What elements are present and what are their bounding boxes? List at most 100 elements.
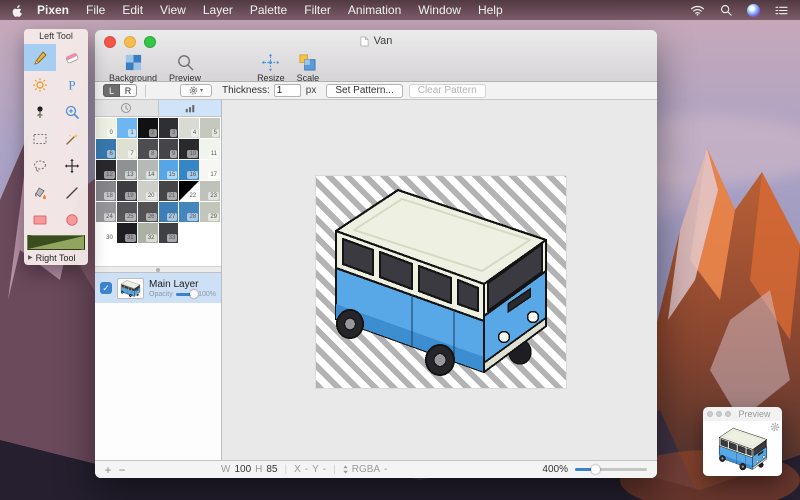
tool-wand[interactable] — [56, 125, 88, 152]
layer-visibility-checkbox[interactable]: ✓ — [100, 282, 112, 294]
stepper-icon[interactable] — [343, 465, 348, 474]
width-value: 100 — [234, 464, 251, 475]
swatch-28[interactable]: 28 — [179, 202, 199, 222]
color-frequency-tab[interactable] — [159, 100, 222, 116]
siri-icon[interactable] — [747, 4, 760, 17]
tool-line[interactable] — [56, 179, 88, 206]
swatch-18[interactable]: 18 — [96, 181, 116, 201]
add-layer-button[interactable]: + — [101, 463, 115, 477]
swatch-30[interactable]: 30 — [96, 223, 116, 243]
swatch-27[interactable]: 27 — [159, 202, 179, 222]
menu-item-view[interactable]: View — [160, 3, 186, 17]
swatch-3[interactable]: 3 — [159, 118, 179, 138]
menu-item-file[interactable]: File — [86, 3, 105, 17]
swatch-33[interactable]: 33 — [159, 223, 179, 243]
swatch-2[interactable]: 2 — [138, 118, 158, 138]
swatch-32[interactable]: 32 — [138, 223, 158, 243]
swatch-12[interactable]: 12 — [96, 160, 116, 180]
swatch-4[interactable]: 4 — [179, 118, 199, 138]
menu-item-window[interactable]: Window — [418, 3, 461, 17]
swatch-0[interactable]: 0 — [96, 118, 116, 138]
tool-rectangle[interactable] — [24, 206, 56, 233]
swatch-11[interactable]: 11 — [200, 139, 220, 159]
scale-button[interactable]: Scale — [297, 53, 320, 83]
swatch-13[interactable]: 13 — [117, 160, 137, 180]
swatch-7[interactable]: 7 — [117, 139, 137, 159]
menu-item-help[interactable]: Help — [478, 3, 503, 17]
right-tool-disclosure[interactable]: ▶ Right Tool — [24, 251, 88, 265]
swatch-1[interactable]: 1 — [117, 118, 137, 138]
swatch-31[interactable]: 31 — [117, 223, 137, 243]
preview-gear-icon[interactable] — [770, 422, 780, 432]
swatch-24[interactable]: 24 — [96, 202, 116, 222]
resize-button[interactable]: Resize — [257, 53, 285, 83]
swatch-9[interactable]: 9 — [159, 139, 179, 159]
layer-row-main[interactable]: ✓ Main Layer Opacity 100% — [95, 273, 221, 303]
zoom-window-button[interactable] — [144, 36, 156, 48]
wifi-icon[interactable] — [690, 5, 705, 16]
swatch-14[interactable]: 14 — [138, 160, 158, 180]
close-button[interactable] — [104, 36, 116, 48]
recent-colors-tab[interactable] — [95, 100, 159, 116]
right-color-segment[interactable]: R — [120, 84, 137, 97]
tool-ellipse[interactable] — [56, 206, 88, 233]
swatch-29[interactable]: 29 — [200, 202, 220, 222]
preview-button[interactable]: Preview — [169, 53, 201, 83]
tool-zoom[interactable] — [56, 98, 88, 125]
tool-text[interactable]: P — [56, 71, 88, 98]
preview-window[interactable]: Preview — [703, 407, 782, 476]
minimize-button[interactable] — [124, 36, 136, 48]
menu-item-animation[interactable]: Animation — [348, 3, 401, 17]
tool-move[interactable] — [56, 152, 88, 179]
swatch-10[interactable]: 10 — [179, 139, 199, 159]
menu-item-edit[interactable]: Edit — [122, 3, 143, 17]
swatch-22[interactable]: 22 — [179, 181, 199, 201]
window-toolbar: Background Preview Resize — [95, 52, 657, 83]
zoom-slider[interactable] — [575, 468, 647, 471]
set-pattern-button[interactable]: Set Pattern... — [326, 84, 402, 98]
swatch-19[interactable]: 19 — [117, 181, 137, 201]
tool-dodge[interactable] — [24, 71, 56, 98]
swatch-17[interactable]: 17 — [200, 160, 220, 180]
clear-pattern-button[interactable]: Clear Pattern — [409, 84, 486, 98]
swatch-8[interactable]: 8 — [138, 139, 158, 159]
menu-item-layer[interactable]: Layer — [203, 3, 233, 17]
swatch-23[interactable]: 23 — [200, 181, 220, 201]
apple-menu[interactable] — [12, 4, 23, 17]
background-button[interactable]: Background — [109, 53, 157, 83]
tool-eyedropper[interactable] — [24, 98, 56, 125]
tool-palette-window[interactable]: Left Tool P ▶ Right Tool — [24, 29, 88, 265]
preview-minimize-button[interactable] — [716, 411, 722, 417]
menu-item-filter[interactable]: Filter — [304, 3, 331, 17]
left-color-segment[interactable]: L — [103, 84, 120, 97]
tool-eraser[interactable] — [56, 44, 88, 71]
thickness-input[interactable] — [274, 84, 301, 97]
swatch-6[interactable]: 6 — [96, 139, 116, 159]
tool-lasso[interactable] — [24, 152, 56, 179]
tool-rect-select[interactable] — [24, 125, 56, 152]
tool-pencil[interactable] — [24, 44, 56, 71]
notification-center-icon[interactable] — [775, 5, 788, 16]
swatch-16[interactable]: 16 — [179, 160, 199, 180]
color-gradient-well[interactable] — [27, 235, 85, 250]
menu-item-palette[interactable]: Palette — [250, 3, 287, 17]
menu-app-name[interactable]: Pixen — [37, 3, 69, 17]
spotlight-search-icon[interactable] — [720, 4, 732, 16]
tool-settings-dropdown[interactable]: ▾ — [180, 84, 212, 97]
swatch-15[interactable]: 15 — [159, 160, 179, 180]
swatch-26[interactable]: 26 — [138, 202, 158, 222]
canvas-artboard[interactable] — [316, 176, 566, 388]
swatch-25[interactable]: 25 — [117, 202, 137, 222]
preview-title: Preview — [731, 409, 778, 419]
panel-splitter[interactable] — [95, 266, 221, 273]
remove-layer-button[interactable]: − — [115, 463, 129, 477]
tool-fill[interactable] — [24, 179, 56, 206]
swatch-20[interactable]: 20 — [138, 181, 158, 201]
layer-info: Main Layer Opacity 100% — [149, 279, 216, 298]
color-mode-label[interactable]: RGBA — [352, 464, 380, 475]
swatch-21[interactable]: 21 — [159, 181, 179, 201]
preview-close-button[interactable] — [707, 411, 713, 417]
opacity-slider[interactable] — [176, 293, 195, 296]
canvas-area[interactable] — [222, 100, 657, 460]
swatch-5[interactable]: 5 — [200, 118, 220, 138]
